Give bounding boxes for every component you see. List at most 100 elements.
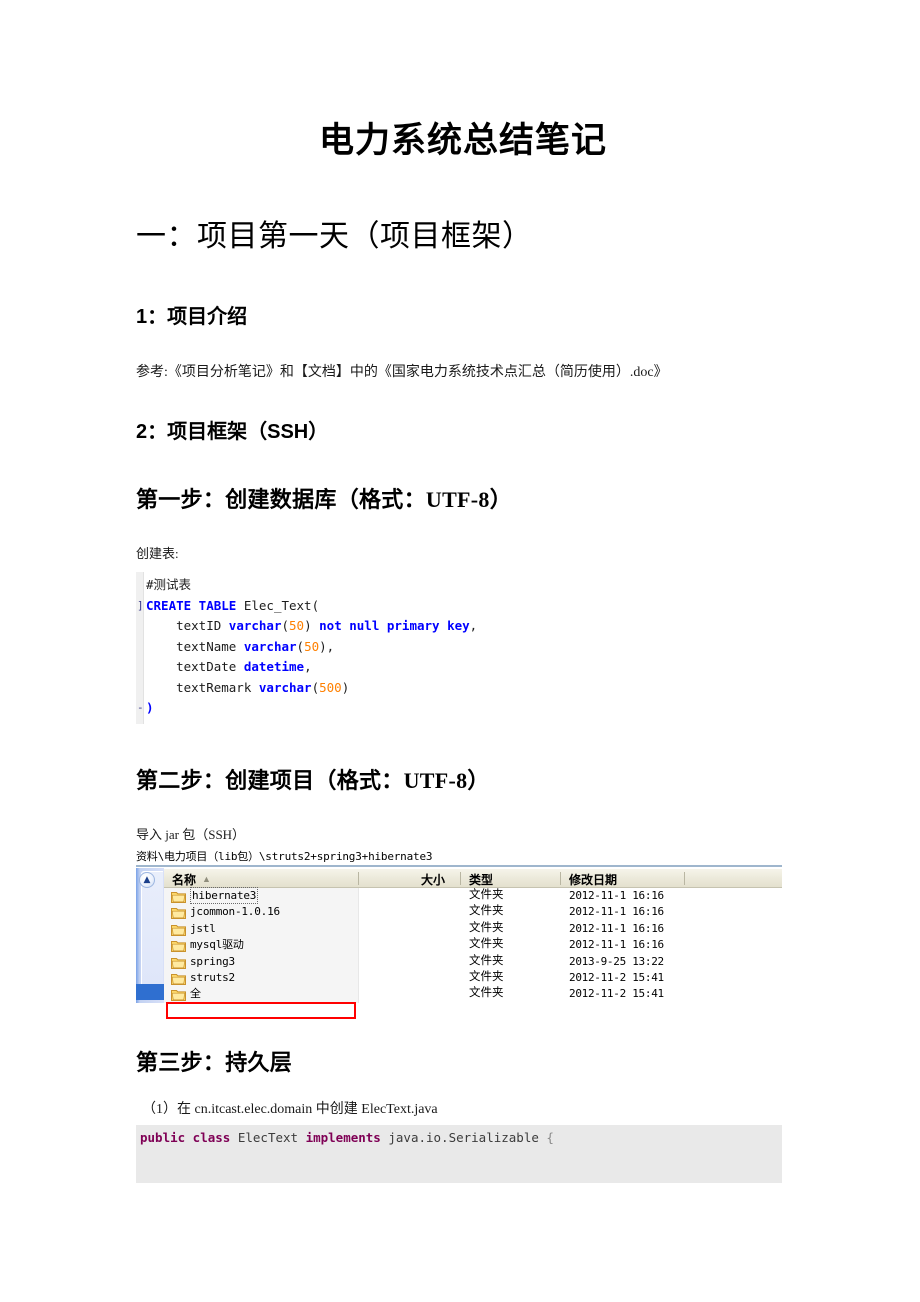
column-header-name-label: 名称 xyxy=(172,873,197,887)
sql-token: ), xyxy=(319,638,335,654)
table-row[interactable]: hibernate3 文件夹 2012-11-1 16:16 xyxy=(164,887,782,904)
sql-token: , xyxy=(304,659,312,674)
file-name-cell[interactable]: hibernate3 xyxy=(190,887,259,904)
sql-token: textRemark xyxy=(146,679,259,695)
sql-line: CREATE TABLE Elec_Text( xyxy=(146,596,477,617)
code-fold-marker[interactable]: ] xyxy=(137,596,144,617)
table-row[interactable]: struts2 文件夹 2012-11-2 15:41 xyxy=(164,970,782,986)
file-explorer-screenshot: 资料\电力项目（lib包）\struts2+spring3+hibernate3… xyxy=(136,849,782,1019)
folder-icon xyxy=(171,939,186,953)
sql-token: textDate xyxy=(146,659,244,674)
folder-icon xyxy=(171,923,186,936)
sql-token: varchar xyxy=(243,638,297,654)
caption-create-table: 创建表: xyxy=(136,546,179,561)
explorer-column-header[interactable]: 名称 ▲ 大小 类型 修改日期 xyxy=(164,868,782,888)
column-divider[interactable] xyxy=(560,872,561,885)
explorer-task-sidebar: ▲ xyxy=(136,868,164,1003)
java-code-line: public class ElecText implements java.io… xyxy=(140,1127,554,1149)
heading-project-framework: 2：项目框架（SSH） xyxy=(136,421,329,443)
file-type-cell: 文件夹 xyxy=(469,921,504,934)
sql-token: ( xyxy=(296,638,305,654)
heading-project-intro: 1：项目介绍 xyxy=(136,306,248,328)
explorer-address-path: 资料\电力项目（lib包）\struts2+spring3+hibernate3 xyxy=(136,849,782,867)
file-type-cell: 文件夹 xyxy=(469,889,504,901)
sql-token: ) xyxy=(146,700,154,715)
heading-step-one: 第一步：创建数据库（格式：UTF-8） xyxy=(136,487,513,512)
folder-icon xyxy=(171,972,186,985)
document-page: 电力系统总结笔记 一：项目第一天（项目框架） 1：项目介绍 参考:《项目分析笔记… xyxy=(0,0,920,1302)
table-row[interactable]: jcommon-1.0.16 文件夹 2012-11-1 16:16 xyxy=(164,904,782,920)
sort-ascending-icon: ▲ xyxy=(202,874,211,884)
folder-icon xyxy=(171,906,186,920)
column-divider[interactable] xyxy=(684,872,685,885)
document-title: 电力系统总结笔记 xyxy=(318,121,607,160)
sql-line: #测试表 xyxy=(146,575,477,596)
red-highlight-box xyxy=(166,1002,356,1019)
caption-create-elec-text: （1）在 cn.itcast.elec.domain 中创建 ElecText.… xyxy=(142,1102,438,1117)
sql-token: varchar xyxy=(258,679,312,695)
file-name-cell[interactable]: 全 xyxy=(190,986,201,1001)
file-type-cell: 文件夹 xyxy=(469,938,504,951)
java-token: public class xyxy=(140,1130,238,1145)
column-divider[interactable] xyxy=(460,872,461,885)
sql-token: , xyxy=(469,618,478,633)
paragraph-reference: 参考:《项目分析笔记》和【文档】中的《国家电力系统技术点汇总（简历使用）.doc… xyxy=(136,365,668,380)
table-row[interactable]: jstl 文件夹 2012-11-1 16:16 xyxy=(164,921,782,937)
java-code-block: public class ElecText implements java.io… xyxy=(136,1125,782,1183)
sql-token: 50 xyxy=(304,638,320,654)
sql-token: ( xyxy=(281,618,290,633)
heading-step-two: 第二步：创建项目（格式：UTF-8） xyxy=(136,768,490,793)
row-selection-strip xyxy=(136,984,164,1000)
java-token: implements xyxy=(305,1130,389,1145)
chevron-up-icon[interactable]: ▲ xyxy=(139,872,155,888)
file-name-cell[interactable]: spring3 xyxy=(190,954,235,969)
sql-token: Elec_Text( xyxy=(243,597,320,613)
sql-line: textDate datetime, xyxy=(146,657,477,678)
file-type-cell: 文件夹 xyxy=(469,971,504,983)
column-header-size[interactable]: 大小 xyxy=(421,871,445,888)
sql-token: CREATE TABLE xyxy=(146,597,244,613)
explorer-file-list[interactable]: 名称 ▲ 大小 类型 修改日期 hibernate3 文件夹 2012-11-1 16… xyxy=(164,868,782,1019)
table-row[interactable]: spring3 文件夹 2013-9-25 13:22 xyxy=(164,954,782,970)
java-token: { xyxy=(546,1130,554,1145)
java-token: ElecText xyxy=(237,1130,306,1145)
file-date-cell: 2012-11-2 15:41 xyxy=(569,987,664,1001)
file-name-cell[interactable]: mysql驱动 xyxy=(190,937,244,952)
column-divider[interactable] xyxy=(358,872,359,885)
file-type-cell: 文件夹 xyxy=(469,954,504,967)
table-row[interactable]: 全 文件夹 2012-11-2 15:41 xyxy=(164,986,782,1002)
heading-chapter-one: 一：项目第一天（项目框架） xyxy=(136,220,533,253)
column-header-name[interactable]: 名称 ▲ xyxy=(172,871,211,888)
sql-line: textID varchar(50) not null primary key, xyxy=(146,616,477,637)
sql-token: textName xyxy=(146,638,244,654)
sql-code-lines: #测试表 CREATE TABLE Elec_Text( textID varch… xyxy=(146,575,477,719)
file-date-cell: 2012-11-1 16:16 xyxy=(569,905,664,919)
code-fold-marker[interactable]: - xyxy=(137,698,144,719)
file-date-cell: 2013-9-25 13:22 xyxy=(569,954,664,968)
folder-icon xyxy=(171,988,186,1002)
table-row[interactable]: mysql驱动 文件夹 2012-11-1 16:16 xyxy=(164,937,782,953)
file-date-cell: 2012-11-2 15:41 xyxy=(569,971,664,984)
file-type-cell: 文件夹 xyxy=(469,905,504,918)
sql-line: textRemark varchar(500) xyxy=(146,678,477,699)
sql-token: varchar xyxy=(228,618,282,633)
folder-icon xyxy=(171,890,186,903)
file-name-cell[interactable]: jcommon-1.0.16 xyxy=(190,904,280,919)
sql-token: 500 xyxy=(319,679,342,695)
file-name-cell[interactable]: struts2 xyxy=(190,970,235,985)
sql-code-block: #测试表 CREATE TABLE Elec_Text( textID varch… xyxy=(136,572,576,724)
explorer-body: ▲ 名称 ▲ 大小 类型 修改日期 hibernate3 文件夹 2012-11… xyxy=(136,868,782,1019)
sql-token: #测试表 xyxy=(146,577,192,592)
sql-token: textID xyxy=(146,618,229,633)
file-name-cell[interactable]: jstl xyxy=(190,921,216,936)
sql-line: ) xyxy=(146,698,477,719)
heading-step-three: 第三步：持久层 xyxy=(136,1050,293,1075)
column-header-date[interactable]: 修改日期 xyxy=(569,871,617,888)
sql-token: ( xyxy=(311,679,320,695)
sql-token: 50 xyxy=(289,618,305,633)
explorer-task-panel xyxy=(141,871,163,999)
sql-token: datetime xyxy=(243,659,305,674)
java-token: java.io.Serializable xyxy=(388,1130,547,1145)
caption-import-jar: 导入 jar 包（SSH） xyxy=(136,827,246,842)
column-header-type[interactable]: 类型 xyxy=(469,871,493,888)
